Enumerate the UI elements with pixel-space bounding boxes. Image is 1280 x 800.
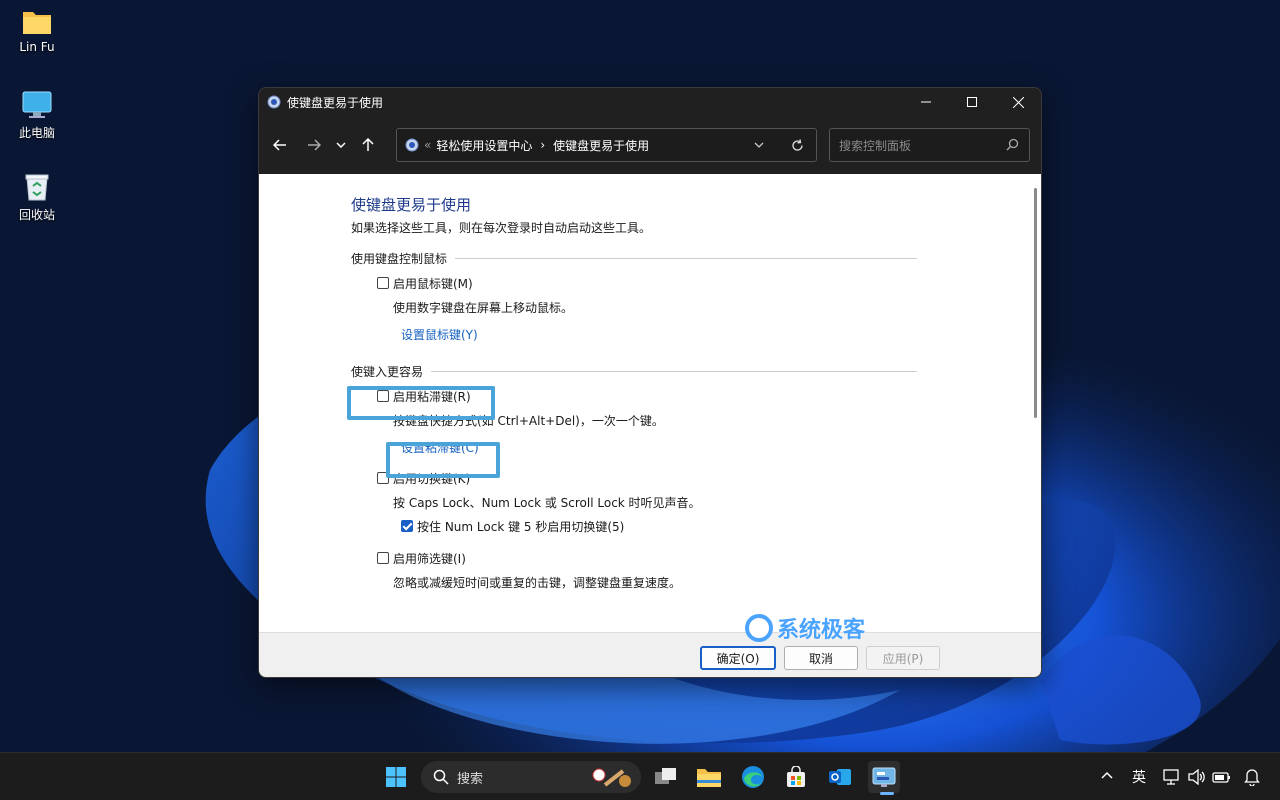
chevron-down-icon [336, 142, 346, 148]
page-description: 如果选择这些工具，则在每次登录时自动启动这些工具。 [351, 221, 652, 235]
microsoft-store-button[interactable] [780, 761, 812, 793]
watermark-text: 系统极客 [777, 618, 866, 643]
minimize-icon [921, 101, 931, 103]
numlock-toggle-checkbox[interactable] [401, 520, 413, 532]
outlook-button[interactable] [824, 761, 856, 793]
page-title: 使键盘更易于使用 [351, 196, 472, 214]
close-icon [1012, 96, 1024, 108]
minimize-button[interactable] [903, 88, 949, 116]
filter-keys-description: 忽略或减缓短时间或重复的击键，调整键盘重复速度。 [393, 575, 682, 590]
taskbar: 搜索 英 [0, 752, 1280, 800]
edge-browser-icon [742, 766, 764, 788]
search-icon [1006, 138, 1019, 151]
settings-content: 使键盘更易于使用 如果选择这些工具，则在每次登录时自动启动这些工具。 使用键盘控… [259, 174, 1041, 632]
desktop-icon-label: Lin Fu [19, 40, 55, 54]
toggle-keys-description: 按 Caps Lock、Num Lock 或 Scroll Lock 时听见声音… [393, 495, 701, 510]
monitor-icon [22, 91, 52, 118]
arrow-up-icon [362, 138, 374, 151]
control-panel-icon [405, 138, 419, 152]
control-panel-window: 使键盘更易于使用 « 轻松使用设置中心 › 使键盘更易于使用 搜索控制面板 使键… [258, 87, 1042, 678]
highlight-box-sticky-keys [347, 386, 495, 420]
chevron-up-icon[interactable] [1101, 771, 1113, 779]
windows-logo-icon [386, 767, 406, 787]
folder-icon [697, 769, 721, 787]
highlight-box-sticky-keys-link [386, 442, 500, 478]
search-box[interactable]: 搜索控制面板 [829, 128, 1030, 162]
window-title: 使键盘更易于使用 [287, 95, 384, 110]
taskbar-search[interactable]: 搜索 [421, 761, 641, 793]
up-button[interactable] [353, 130, 383, 160]
recycle-bin-icon [25, 174, 49, 201]
task-view-button[interactable] [650, 761, 682, 793]
mouse-keys-label[interactable]: 启用鼠标键(M) [393, 275, 473, 292]
filter-keys-label[interactable]: 启用筛选键(I) [393, 550, 466, 567]
arrow-left-icon [273, 139, 286, 151]
section-typing: 使键入更容易 [351, 363, 917, 380]
maximize-icon [967, 97, 977, 107]
network-icon[interactable] [1163, 769, 1181, 785]
address-bar[interactable]: « 轻松使用设置中心 › 使键盘更易于使用 [396, 128, 817, 162]
volume-icon[interactable] [1188, 769, 1206, 785]
section-divider [455, 258, 917, 259]
vertical-scrollbar[interactable] [1034, 188, 1037, 418]
recent-locations-button[interactable] [329, 130, 353, 160]
search-input[interactable]: 搜索控制面板 [839, 137, 911, 154]
dialog-footer: 确定(O) 取消 应用(P) [259, 632, 1041, 677]
section-mouse-control: 使用键盘控制鼠标 [351, 250, 917, 267]
desktop-icon-label: 此电脑 [18, 126, 55, 140]
chevron-down-icon[interactable] [754, 142, 764, 148]
desktop-icon-label: 回收站 [18, 208, 55, 222]
close-button[interactable] [995, 88, 1041, 116]
navigation-bar: « 轻松使用设置中心 › 使键盘更易于使用 搜索控制面板 [259, 116, 1041, 174]
control-panel-icon [872, 767, 896, 787]
address-overflow[interactable]: « [424, 138, 431, 152]
numlock-toggle-option[interactable]: 按住 Num Lock 键 5 秒启用切换键(5) [401, 514, 917, 538]
active-app-indicator [880, 792, 894, 795]
mouse-keys-description: 使用数字键盘在屏幕上移动鼠标。 [393, 300, 574, 315]
watermark-logo-icon [745, 614, 773, 642]
back-button[interactable] [265, 130, 295, 160]
breadcrumb-keyboard[interactable]: 使键盘更易于使用 [553, 137, 649, 154]
section-title: 使键入更容易 [351, 365, 424, 379]
cancel-button[interactable]: 取消 [784, 646, 858, 670]
edge-button[interactable] [737, 761, 769, 793]
filter-keys-checkbox[interactable] [377, 552, 389, 564]
file-explorer-button[interactable] [693, 761, 725, 793]
task-view-icon [655, 768, 676, 784]
mouse-keys-option[interactable]: 启用鼠标键(M) [377, 271, 917, 295]
maximize-button[interactable] [949, 88, 995, 116]
filter-keys-option[interactable]: 启用筛选键(I) [377, 546, 917, 570]
mouse-keys-checkbox[interactable] [377, 277, 389, 289]
battery-icon[interactable] [1212, 769, 1232, 785]
apply-button[interactable]: 应用(P) [866, 646, 940, 670]
store-bag-icon [787, 766, 805, 787]
input-method-indicator[interactable]: 英 [1132, 767, 1146, 787]
desktop-icon-recycle-bin[interactable]: 回收站 [8, 172, 66, 223]
forward-button[interactable] [299, 130, 329, 160]
search-icon [433, 769, 449, 785]
outlook-icon [829, 769, 851, 785]
breadcrumb-ease-of-access[interactable]: 轻松使用设置中心 [436, 137, 532, 154]
notification-bell-icon[interactable] [1244, 768, 1260, 786]
taskbar-search-label: 搜索 [457, 771, 484, 787]
numlock-toggle-label[interactable]: 按住 Num Lock 键 5 秒启用切换键(5) [417, 518, 624, 535]
title-bar[interactable]: 使键盘更易于使用 [259, 88, 1041, 116]
search-highlight-icon [592, 768, 631, 787]
arrow-right-icon [308, 139, 321, 151]
folder-icon [23, 12, 51, 34]
section-divider [431, 371, 917, 372]
start-button[interactable] [380, 761, 412, 793]
breadcrumb-separator[interactable]: › [540, 138, 545, 152]
watermark: 系统极客 [745, 612, 865, 644]
control-panel-icon [267, 95, 281, 109]
setup-mouse-keys-link[interactable]: 设置鼠标键(Y) [401, 319, 917, 349]
control-panel-taskbar-button[interactable] [868, 761, 900, 793]
section-title: 使用键盘控制鼠标 [351, 252, 448, 266]
ok-button[interactable]: 确定(O) [700, 646, 776, 670]
refresh-icon[interactable] [791, 139, 804, 152]
desktop-icon-this-pc[interactable]: 此电脑 [8, 90, 66, 141]
desktop-icon-user-folder[interactable]: Lin Fu [8, 8, 66, 54]
